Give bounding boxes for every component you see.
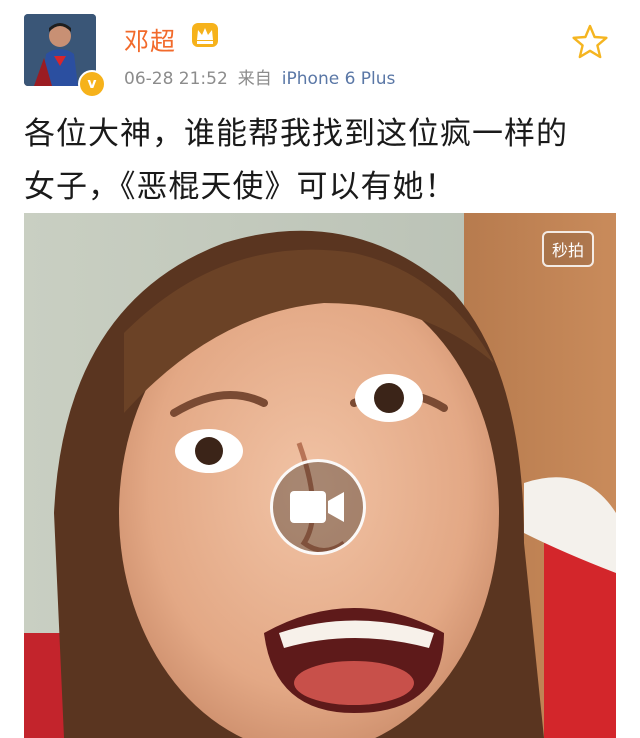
play-button[interactable] (270, 459, 366, 555)
post-text-line: 女子，《恶棍天使》可以有她！ (24, 169, 457, 205)
video-source-badge: 秒拍 (541, 231, 594, 267)
post-text-line: 各位大神，谁能帮我找到这位疯一样的 (24, 116, 568, 152)
crown-icon (192, 23, 218, 47)
post-text: 各位大神，谁能帮我找到这位疯一样的 女子，《恶棍天使》可以有她！ (24, 108, 624, 214)
post-meta: 06-28 21:52 来自 iPhone 6 Plus (124, 64, 395, 89)
video-thumbnail[interactable]: 秒拍 (24, 213, 616, 738)
weibo-post: v 邓超 06-28 21:52 来自 iPhone 6 Plus 各位大神，谁… (0, 0, 640, 738)
source-prefix: 来自 (237, 69, 272, 89)
verified-badge-icon: v (78, 70, 106, 98)
video-camera-icon (290, 491, 344, 523)
star-icon[interactable] (570, 22, 610, 62)
source-link[interactable]: iPhone 6 Plus (282, 69, 396, 89)
author-name[interactable]: 邓超 (124, 22, 176, 58)
post-timestamp: 06-28 21:52 (124, 69, 228, 89)
